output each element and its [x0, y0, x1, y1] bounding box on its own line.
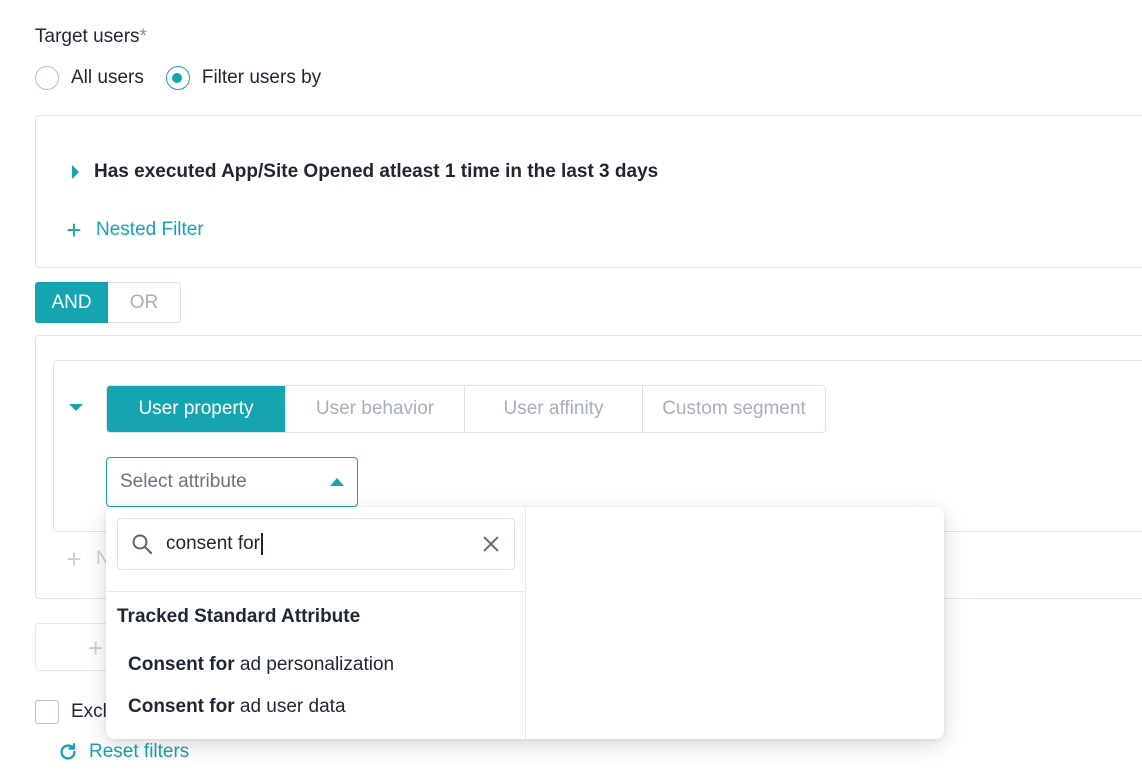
- attribute-option[interactable]: Consent for ad user data: [128, 696, 346, 718]
- or-button[interactable]: OR: [108, 282, 181, 323]
- clear-icon[interactable]: [480, 533, 502, 555]
- option-match-text: Consent for: [128, 654, 235, 675]
- dropdown-divider: [106, 591, 526, 592]
- option-rest-text: ad personalization: [234, 654, 395, 675]
- reset-filters-button[interactable]: Reset filters: [57, 741, 189, 763]
- plus-icon: +: [66, 215, 82, 245]
- tab-custom-segment[interactable]: Custom segment: [642, 386, 825, 432]
- search-icon: [132, 534, 153, 555]
- all-users-label[interactable]: All users: [71, 67, 144, 89]
- attribute-list-panel: consent for Tracked Standard Attribute C…: [106, 507, 526, 739]
- expand-caret-icon[interactable]: [72, 165, 79, 179]
- target-users-text: Target users: [35, 26, 140, 47]
- logic-toggle: AND OR: [35, 282, 181, 323]
- search-input[interactable]: consent for: [166, 532, 480, 555]
- text-cursor: [261, 532, 263, 555]
- collapse-caret-icon[interactable]: [69, 404, 83, 411]
- attribute-option[interactable]: Consent for ad personalization: [128, 654, 394, 676]
- exclude-users-option: Excl: [35, 700, 107, 724]
- target-users-radio-group: All users Filter users by: [35, 66, 321, 90]
- caret-up-icon: [330, 478, 344, 486]
- option-rest-text: ad user data: [234, 696, 346, 717]
- select-attribute-placeholder: Select attribute: [120, 471, 247, 492]
- exclude-label[interactable]: Excl: [71, 701, 107, 723]
- option-match-text: Consent for: [128, 696, 235, 717]
- attribute-search-field[interactable]: consent for: [117, 518, 515, 570]
- refresh-icon: [60, 743, 76, 760]
- tab-user-behavior[interactable]: User behavior: [285, 386, 464, 432]
- reset-filters-label: Reset filters: [89, 741, 190, 762]
- filter-type-tabs: User property User behavior User affinit…: [106, 385, 826, 433]
- all-users-radio[interactable]: [35, 66, 59, 90]
- nested-filter-button-2[interactable]: + N: [64, 544, 109, 574]
- filter-summary[interactable]: Has executed App/Site Opened atleast 1 t…: [94, 161, 658, 183]
- plus-icon: +: [66, 544, 82, 574]
- filter-users-label[interactable]: Filter users by: [202, 67, 321, 89]
- filter-card-1: [35, 115, 1142, 268]
- tab-user-property[interactable]: User property: [107, 386, 285, 432]
- add-filter-plus-icon: +: [88, 633, 104, 663]
- attribute-section-title: Tracked Standard Attribute: [117, 606, 361, 627]
- required-asterisk: *: [139, 26, 147, 47]
- filter-users-radio[interactable]: [165, 66, 190, 90]
- tab-user-affinity[interactable]: User affinity: [464, 386, 642, 432]
- exclude-checkbox[interactable]: [35, 700, 59, 724]
- target-users-label: Target users*: [35, 26, 147, 48]
- and-button[interactable]: AND: [35, 282, 108, 323]
- select-attribute-dropdown[interactable]: Select attribute: [106, 457, 358, 507]
- attribute-dropdown-menu: consent for Tracked Standard Attribute C…: [106, 507, 944, 739]
- nested-filter-button[interactable]: + Nested Filter: [64, 215, 204, 245]
- search-query: consent for: [166, 533, 260, 554]
- nested-filter-label: Nested Filter: [96, 219, 204, 240]
